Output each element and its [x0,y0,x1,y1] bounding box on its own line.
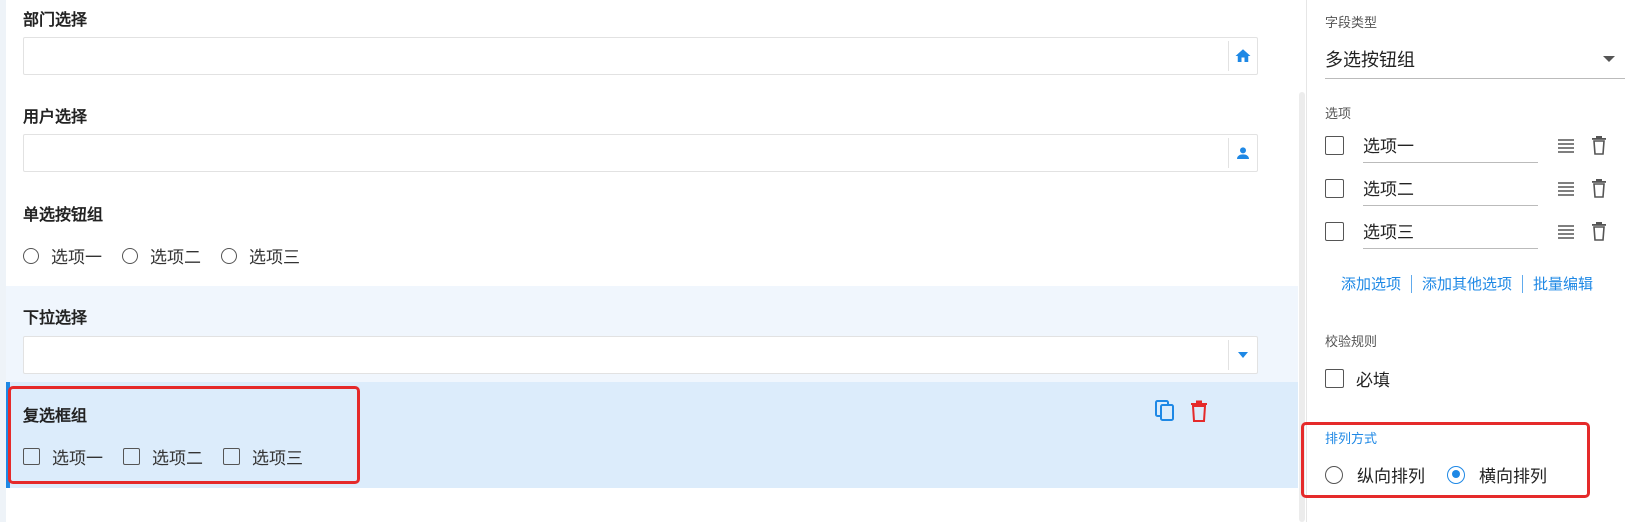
option-links: 添加选项 添加其他选项 批量编辑 [1341,273,1593,294]
radio-icon[interactable] [221,247,237,264]
radio-option[interactable]: 选项二 [122,243,201,268]
properties-panel: 字段类型 多选按钮组 选项 选项一 选项二 选项三 添加选项 添加其他选项 批量… [1301,0,1647,522]
option-label: 选项三 [249,248,300,268]
annotation-box [1301,422,1590,498]
required-label: 必填 [1356,371,1390,391]
dept-select-input[interactable] [23,37,1258,75]
drag-handle-icon[interactable] [1557,179,1575,197]
dropdown-input[interactable] [23,336,1258,374]
divider [1228,340,1229,370]
radio-option[interactable]: 选项一 [23,243,102,268]
checkbox-icon[interactable] [1325,369,1344,388]
field-label: 部门选择 [23,10,88,29]
radio-icon[interactable] [23,247,39,264]
delete-icon[interactable] [1591,221,1607,241]
radio-options: 选项一 选项二 选项三 [23,243,320,268]
field-type-select[interactable]: 多选按钮组 [1325,42,1625,79]
option-input[interactable]: 选项三 [1363,218,1538,249]
dept-select-field[interactable]: 部门选择 [6,0,1298,92]
radio-icon[interactable] [122,247,138,264]
options-label: 选项 [1325,107,1352,122]
radio-option[interactable]: 选项三 [221,243,300,268]
chevron-down-icon[interactable] [1603,56,1615,62]
form-canvas: 部门选择 用户选择 单选按钮组 选项一 选项二 选项三 下拉选择 复选框组 选项… [0,0,1306,522]
option-item: 选项二 [1325,169,1625,211]
checkbox-icon[interactable] [1325,222,1344,241]
checkbox-icon[interactable] [1325,179,1344,198]
option-item: 选项三 [1325,212,1625,254]
dropdown-caret-icon[interactable] [1233,345,1253,365]
field-type-value: 多选按钮组 [1325,50,1415,71]
validation-label: 校验规则 [1325,335,1378,350]
option-input[interactable]: 选项一 [1363,132,1538,163]
divider [1228,138,1229,168]
radio-group-field[interactable]: 单选按钮组 选项一 选项二 选项三 [6,188,1298,286]
delete-icon[interactable] [1591,135,1607,155]
delete-icon[interactable] [1591,178,1607,198]
dropdown-field[interactable]: 下拉选择 [6,286,1298,382]
option-label: 选项一 [51,248,102,268]
copy-icon[interactable] [1154,399,1176,423]
divider [1228,41,1229,71]
option-input[interactable]: 选项二 [1363,175,1538,206]
user-select-field[interactable]: 用户选择 [6,92,1298,188]
field-type-label: 字段类型 [1325,16,1378,31]
user-select-input[interactable] [23,134,1258,172]
batch-edit-link[interactable]: 批量编辑 [1533,273,1593,294]
field-label: 单选按钮组 [23,205,104,224]
divider [1522,274,1524,293]
add-option-link[interactable]: 添加选项 [1341,273,1401,294]
form-designer: 部门选择 用户选择 单选按钮组 选项一 选项二 选项三 下拉选择 复选框组 选项… [0,0,1647,522]
delete-icon[interactable] [1188,399,1210,423]
required-option[interactable]: 必填 [1325,366,1390,391]
divider [1411,274,1413,293]
person-icon[interactable] [1233,143,1253,163]
field-label: 下拉选择 [23,308,88,327]
drag-handle-icon[interactable] [1557,222,1575,240]
drag-handle-icon[interactable] [1557,136,1575,154]
annotation-box [8,386,360,484]
add-other-option-link[interactable]: 添加其他选项 [1422,273,1512,294]
checkbox-icon[interactable] [1325,136,1344,155]
option-label: 选项二 [150,248,201,268]
field-label: 用户选择 [23,107,88,126]
home-icon[interactable] [1233,46,1253,66]
option-item: 选项一 [1325,126,1625,168]
